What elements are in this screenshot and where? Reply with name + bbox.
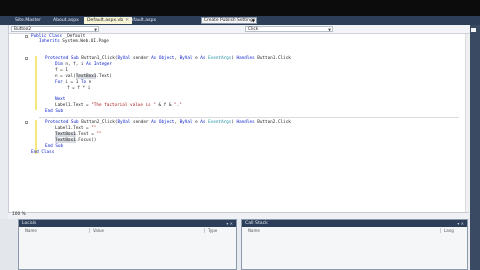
class-name-value: Button2 bbox=[14, 27, 32, 32]
locals-panel: Locals ▾ ✕ Name Value Type bbox=[18, 219, 237, 270]
tab-about-aspx[interactable]: About.aspx bbox=[50, 17, 82, 24]
method-separator bbox=[39, 117, 459, 118]
code-line-3: Protected Sub Button1_Click(ByVal sender… bbox=[45, 56, 291, 61]
chevron-down-icon: ▼ bbox=[328, 27, 331, 32]
locals-col-name[interactable]: Name bbox=[25, 228, 37, 233]
collapse-toggle-icon[interactable]: − bbox=[25, 121, 28, 125]
method-name-value: Click bbox=[248, 27, 259, 32]
code-line-6: n = val(TextBox1.Text) bbox=[55, 74, 112, 79]
code-editor[interactable]: Button2 ▼ Click ▼ − Public Class _Default … bbox=[8, 25, 471, 214]
code-line-12: Protected Sub Button2_Click(ByVal sender… bbox=[45, 120, 291, 125]
column-divider bbox=[204, 228, 205, 233]
tab-site-master[interactable]: Site.Master bbox=[12, 17, 44, 24]
code-line-7: For i = 1 To n bbox=[55, 80, 92, 85]
chevron-down-icon: ▼ bbox=[94, 27, 97, 32]
tab-label: About.aspx bbox=[53, 18, 79, 23]
properties-sidebar[interactable] bbox=[470, 25, 480, 270]
locals-panel-header: Locals ▾ ✕ bbox=[19, 220, 236, 227]
call-stack-panel: Call Stack ▾ ✕ Name Lang bbox=[241, 219, 468, 270]
code-line-17: End Class bbox=[31, 150, 55, 155]
zoom-level[interactable]: 100 % bbox=[12, 212, 26, 218]
call-stack-title: Call Stack bbox=[245, 221, 268, 226]
tab-label: Default.aspx.vb bbox=[87, 18, 124, 23]
code-line-15: TextBox1.Focus() bbox=[55, 138, 97, 143]
code-line-13: Label1.Text = "" bbox=[55, 126, 97, 131]
locals-title: Locals bbox=[22, 221, 37, 226]
code-line-8: f = f * i bbox=[67, 86, 91, 91]
class-name-dropdown[interactable]: Button2 ▼ bbox=[11, 26, 99, 32]
changed-lines-marker bbox=[35, 56, 37, 110]
changed-lines-marker bbox=[35, 120, 37, 154]
tab-label: Site.Master bbox=[15, 18, 41, 23]
callstack-col-lang[interactable]: Lang bbox=[444, 228, 454, 233]
pin-icon[interactable]: ▾ ✕ bbox=[226, 220, 233, 227]
code-line-2: Inherits System.Web.UI.Page bbox=[39, 39, 109, 44]
code-line-10: Label1.Text = "The factorial value is " … bbox=[55, 103, 182, 108]
code-line-14: TextBox1.Text = "" bbox=[55, 132, 102, 137]
left-dock-strip bbox=[0, 219, 18, 270]
pin-icon[interactable]: ▾ ✕ bbox=[457, 220, 464, 227]
chevron-down-icon: ▼ bbox=[251, 18, 255, 23]
tab-label: Default.aspx bbox=[127, 18, 157, 23]
publish-settings-value: Create Publish Settings bbox=[204, 18, 256, 23]
locals-col-type[interactable]: Type bbox=[208, 228, 217, 233]
publish-settings-dropdown[interactable]: Create Publish Settings ▼ bbox=[201, 17, 257, 24]
column-divider bbox=[440, 228, 441, 233]
collapse-toggle-icon[interactable]: − bbox=[25, 57, 28, 61]
callstack-col-name[interactable]: Name bbox=[248, 228, 260, 233]
editor-status-row bbox=[8, 212, 469, 219]
code-line-16: End Sub bbox=[45, 144, 64, 149]
method-name-dropdown[interactable]: Click ▼ bbox=[245, 26, 333, 32]
editor-nav-bar: Button2 ▼ Click ▼ bbox=[9, 25, 470, 34]
code-area[interactable]: − Public Class _Default Inherits System.… bbox=[9, 34, 470, 214]
call-stack-panel-header: Call Stack ▾ ✕ bbox=[242, 220, 467, 227]
tab-default-aspx[interactable]: Default.aspx bbox=[124, 17, 159, 24]
code-line-4: Dim n, f, i As Integer bbox=[55, 62, 112, 67]
collapse-toggle-icon[interactable]: − bbox=[25, 35, 28, 39]
column-divider bbox=[89, 228, 90, 233]
code-line-9: Next bbox=[55, 97, 66, 102]
properties-icon[interactable] bbox=[471, 28, 476, 32]
code-line-5: f = 1 bbox=[55, 68, 68, 73]
locals-col-value[interactable]: Value bbox=[93, 228, 104, 233]
top-black-band bbox=[0, 0, 480, 16]
code-line-11: End Sub bbox=[45, 109, 64, 114]
